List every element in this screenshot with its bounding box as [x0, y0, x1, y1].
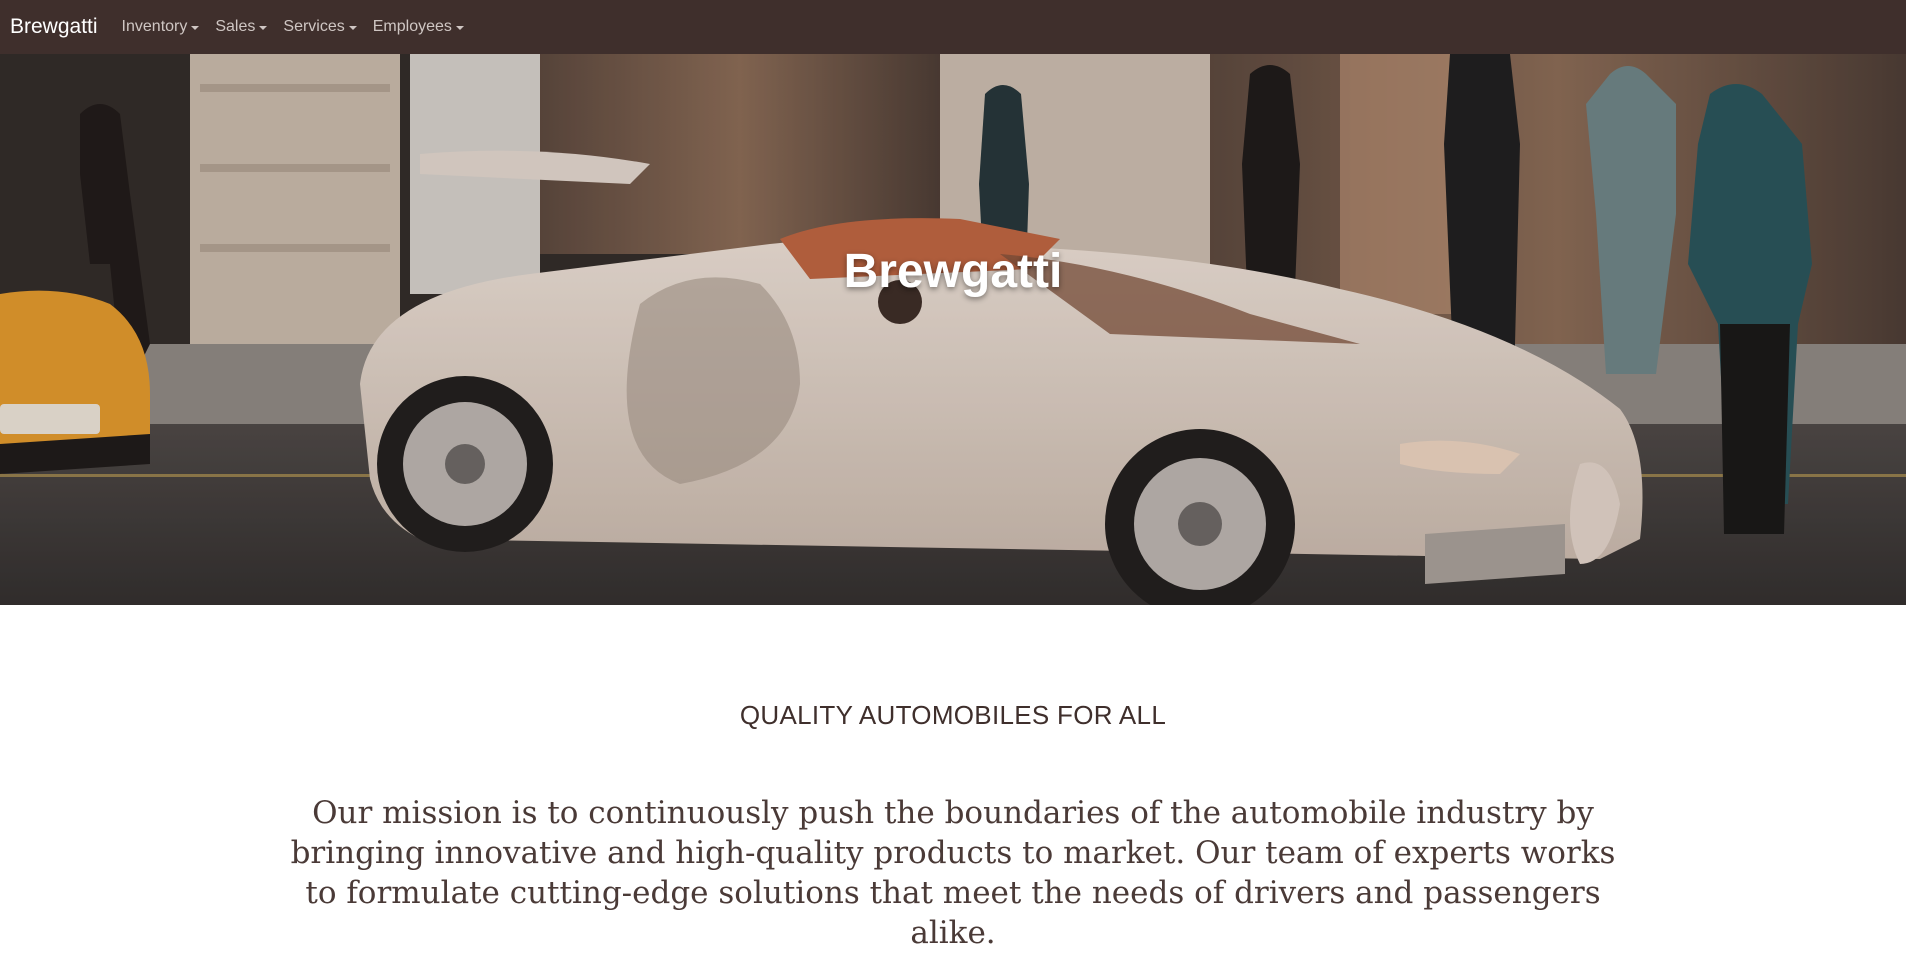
nav-dropdown-sales[interactable]: Sales	[215, 18, 268, 36]
section-tagline: QUALITY AUTOMOBILES FOR ALL	[739, 700, 1167, 730]
hero-car-image	[0, 54, 1906, 605]
caret-down-icon	[348, 25, 357, 30]
hero-banner: Brewgatti	[0, 54, 1906, 605]
caret-down-icon	[191, 25, 200, 30]
nav-label-employees: Employees	[372, 18, 452, 35]
top-navbar: Brewgatti Inventory Sales Services Emplo…	[0, 0, 1906, 54]
mission-statement: Our mission is to continuously push the …	[290, 795, 1616, 951]
caret-down-icon	[455, 25, 464, 30]
brand-link[interactable]: Brewgatti	[10, 15, 98, 39]
nav-label-inventory: Inventory	[121, 18, 188, 35]
nav-dropdown-services[interactable]: Services	[283, 18, 357, 36]
caret-down-icon	[259, 25, 268, 30]
nav-label-services: Services	[283, 18, 345, 35]
nav-dropdown-employees[interactable]: Employees	[373, 18, 464, 36]
nav-dropdown-inventory[interactable]: Inventory	[122, 18, 200, 36]
nav-label-sales: Sales	[215, 18, 256, 35]
hero-title: Brewgatti	[843, 245, 1063, 298]
